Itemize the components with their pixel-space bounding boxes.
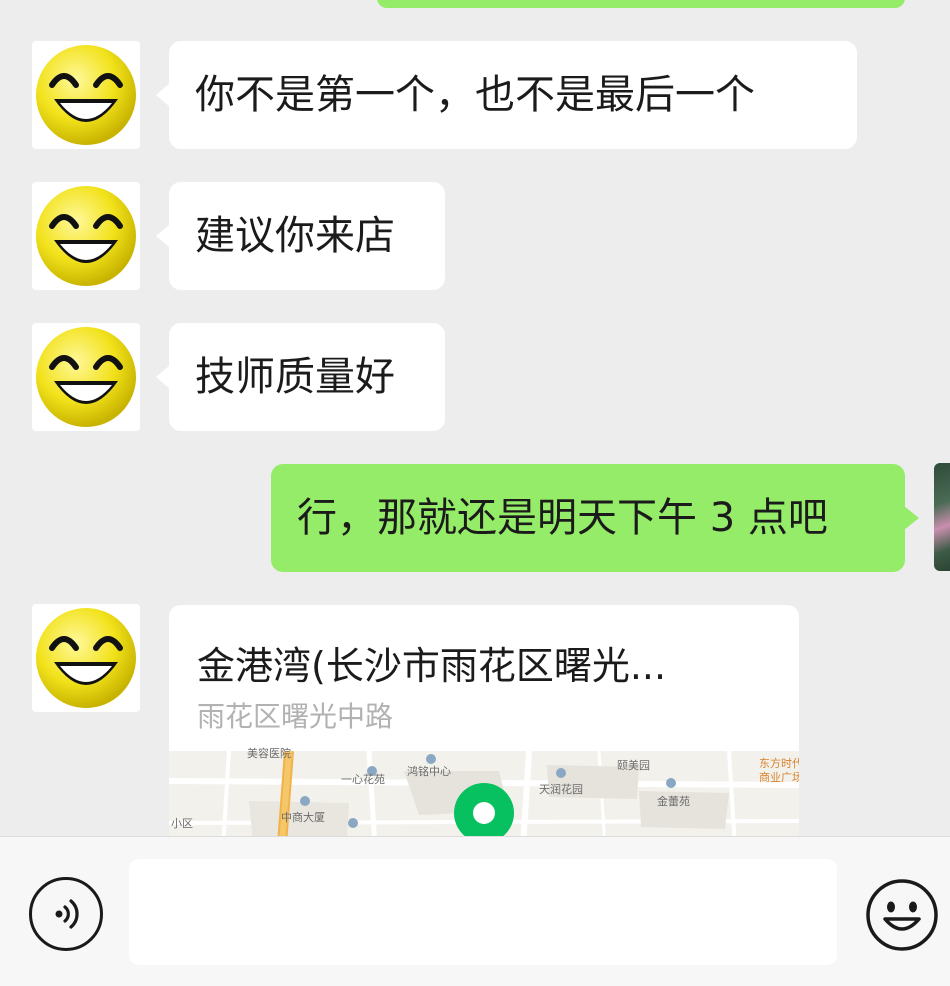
map-label: 金蕾苑 <box>657 795 690 808</box>
incoming-message-bubble[interactable]: 你不是第一个，也不是最后一个 <box>156 41 857 149</box>
contact-avatar[interactable] <box>32 182 140 290</box>
map-label: 鸿铭中心 <box>407 765 451 778</box>
message-input[interactable] <box>129 859 837 965</box>
voice-input-button[interactable] <box>29 877 103 951</box>
my-avatar[interactable] <box>934 463 950 571</box>
chat-area[interactable]: 你不是第一个，也不是最后一个 建议你来店 技师质量好 行，那就还是明天下午 3 … <box>0 0 950 836</box>
smiley-avatar-icon <box>36 327 136 427</box>
incoming-message-bubble[interactable]: 技师质量好 <box>156 323 445 431</box>
emoji-button[interactable] <box>864 877 940 953</box>
message-text: 建议你来店 <box>195 213 395 259</box>
message-text: 技师质量好 <box>195 354 395 400</box>
message-text: 行，那就还是明天下午 3 点吧 <box>297 495 828 541</box>
emoji-icon <box>866 879 938 951</box>
input-bar <box>0 836 950 986</box>
smiley-avatar-icon <box>36 45 136 145</box>
voice-icon <box>55 899 79 929</box>
smiley-avatar-icon <box>36 608 136 708</box>
contact-avatar[interactable] <box>32 41 140 149</box>
map-label: 商业广场 <box>759 771 799 784</box>
map-label: 美容医院 <box>247 747 291 760</box>
map-graphic <box>169 751 799 836</box>
location-card[interactable]: 金港湾(长沙市雨花区曙光... 雨花区曙光中路 美容医院 一心花苑 鸿铭中心 颐… <box>169 605 799 836</box>
map-label: 一心花苑 <box>341 773 385 786</box>
contact-avatar[interactable] <box>32 323 140 431</box>
message-text: 你不是第一个，也不是最后一个 <box>195 72 755 118</box>
map-label: 中商大厦 <box>281 811 325 824</box>
location-map[interactable]: 美容医院 一心花苑 鸿铭中心 颐美园 东方时代 商业广场 天润花园 金蕾苑 中商… <box>169 747 799 836</box>
smiley-avatar-icon <box>36 186 136 286</box>
previous-outgoing-bubble[interactable] <box>377 0 905 8</box>
location-address: 雨花区曙光中路 <box>197 700 394 733</box>
contact-avatar[interactable] <box>32 604 140 712</box>
location-title: 金港湾(长沙市雨花区曙光... <box>197 644 667 688</box>
map-label: 天润花园 <box>539 783 583 796</box>
incoming-message-bubble[interactable]: 建议你来店 <box>156 182 445 290</box>
outgoing-message-bubble[interactable]: 行，那就还是明天下午 3 点吧 <box>271 464 919 572</box>
map-label: 小区 <box>171 817 193 830</box>
map-label: 颐美园 <box>617 759 650 772</box>
